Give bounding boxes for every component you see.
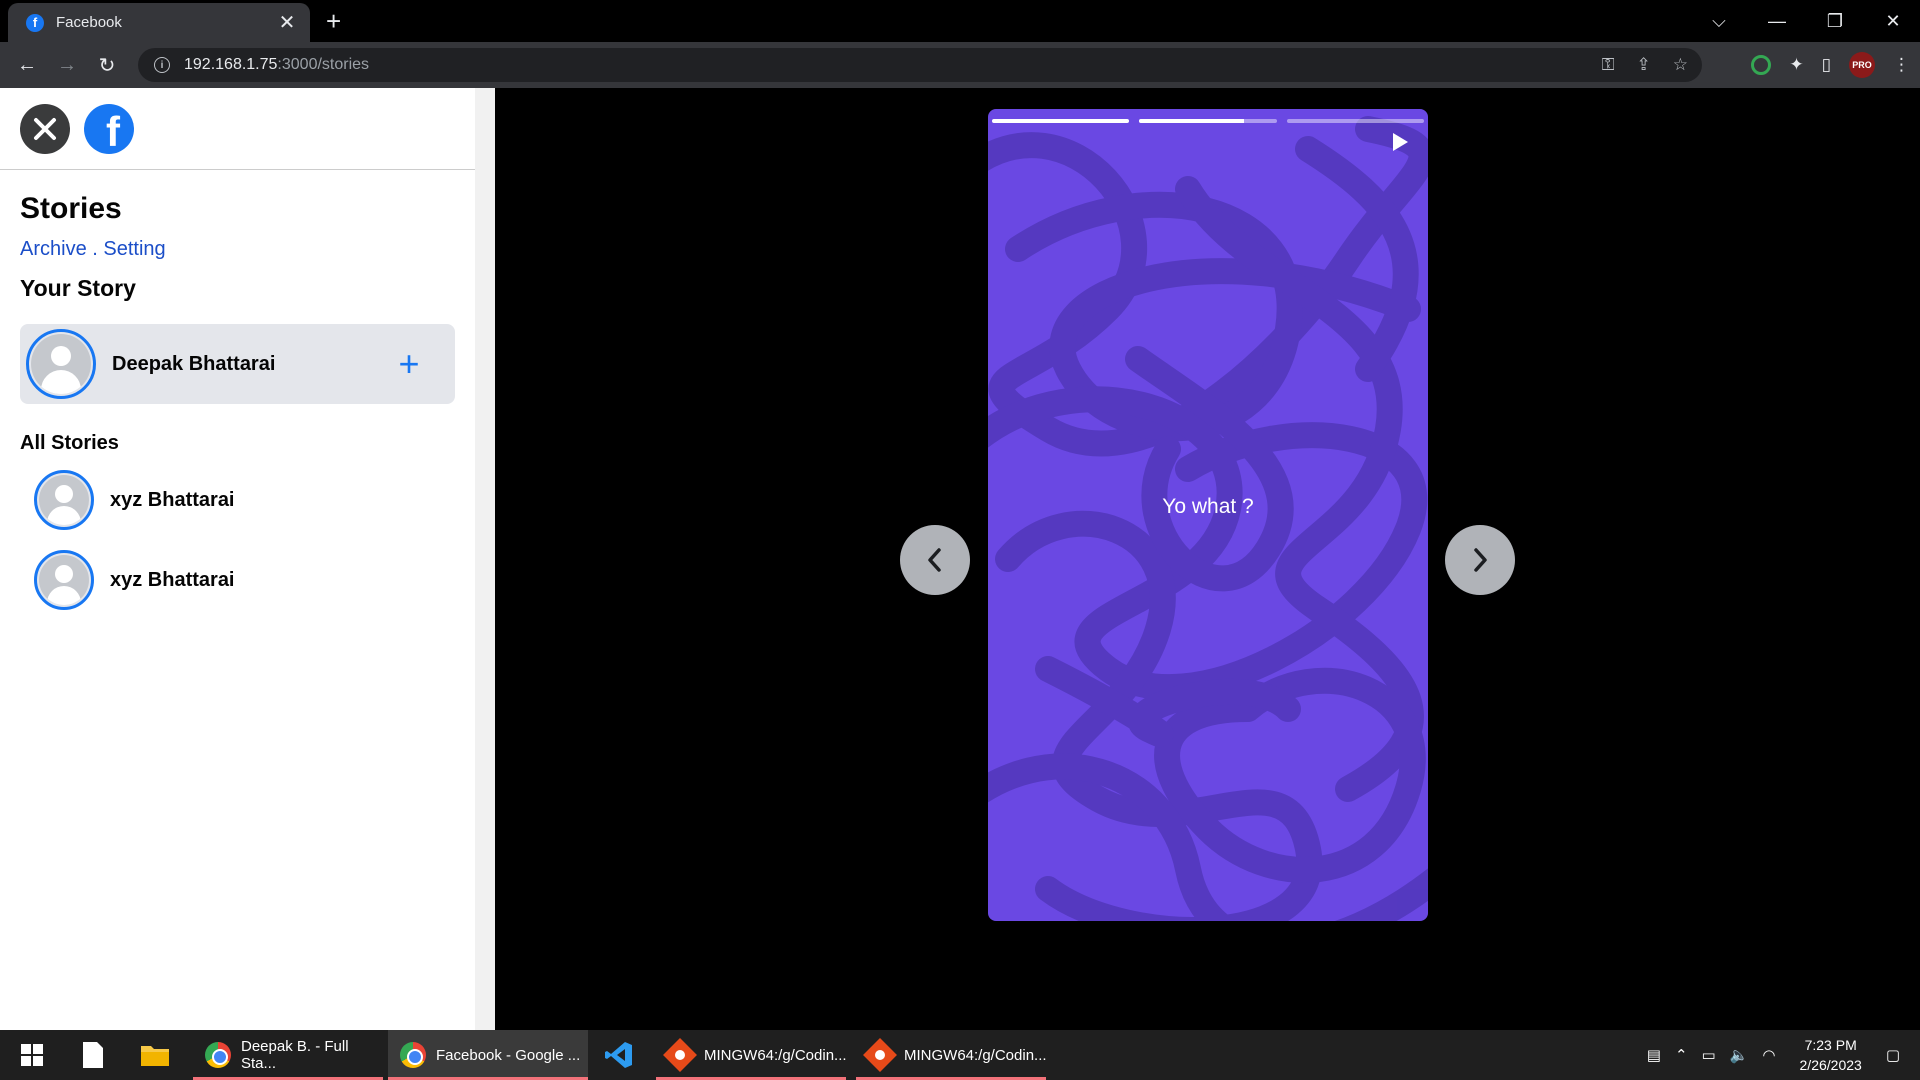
news-widget-icon[interactable]: ▤ (1647, 1046, 1661, 1064)
show-hidden-icons-chevron-up-icon[interactable]: ⌃ (1675, 1046, 1688, 1064)
avatar (34, 550, 94, 610)
play-icon[interactable] (1393, 133, 1408, 151)
windows-taskbar: Deepak B. - Full Sta... Facebook - Googl… (0, 1030, 1920, 1080)
extension-green-icon[interactable] (1751, 55, 1772, 75)
close-icon (34, 117, 56, 140)
tab-close-icon[interactable]: ✕ (276, 10, 298, 35)
story-list-item[interactable]: xyz Bhattarai (34, 549, 475, 611)
site-info-icon[interactable]: i (154, 57, 170, 73)
clock-time: 7:23 PM (1804, 1037, 1857, 1053)
taskbar-git-bash-window[interactable]: MINGW64:/g/Codin... (856, 1030, 1047, 1080)
close-stories-button[interactable] (20, 103, 70, 154)
window-close-icon[interactable]: ✕ (1864, 11, 1920, 32)
bookmark-star-icon[interactable]: ☆ (1673, 55, 1688, 75)
next-story-button[interactable] (1445, 525, 1515, 595)
minimize-icon[interactable]: — (1748, 11, 1806, 32)
chrome-icon (400, 1042, 426, 1068)
page-content: f Stories Archive . Setting Your Story D… (0, 88, 1920, 1030)
sidebar-scrollbar[interactable] (475, 88, 495, 1030)
taskbar-chrome-window-active[interactable]: Facebook - Google ... (388, 1030, 588, 1080)
progress-segment (1139, 119, 1277, 123)
extensions-puzzle-icon[interactable]: ✦ (1789, 55, 1803, 75)
side-panel-icon[interactable]: ▯ (1822, 55, 1831, 75)
story-text: Yo what ? (1162, 495, 1254, 518)
browser-tab[interactable]: f Facebook ✕ (8, 3, 310, 42)
your-story-name: Deepak Bhattarai (112, 352, 276, 375)
file-explorer-icon[interactable] (140, 1030, 170, 1080)
browser-menu-icon[interactable]: ⋮ (1893, 55, 1910, 75)
clock[interactable]: 7:23 PM 2/26/2023 (1800, 1035, 1862, 1075)
chrome-icon (205, 1042, 231, 1068)
taskbar-git-bash-window[interactable]: MINGW64:/g/Codin... (656, 1030, 847, 1080)
tab-title: Facebook (56, 14, 122, 31)
wifi-icon[interactable]: ◠ (1762, 1046, 1775, 1064)
windows-start-icon[interactable] (14, 1030, 50, 1080)
profile-avatar[interactable]: PRO (1849, 52, 1875, 78)
clock-date: 2/26/2023 (1799, 1057, 1862, 1073)
facebook-favicon-icon: f (26, 13, 44, 32)
window-controls: ⌵ — ❐ ✕ (1690, 0, 1920, 42)
your-story-card[interactable]: Deepak Bhattarai + (20, 324, 455, 404)
system-tray: ▤ ⌃ ▭ 🔈 ◠ 7:23 PM 2/26/2023 ▢ (1647, 1030, 1920, 1080)
key-icon[interactable]: ⚿ (1602, 55, 1615, 75)
archive-link[interactable]: Archive (20, 238, 87, 260)
browser-toolbar: ← → ↻ i 192.168.1.75:3000/stories ⚿ ⇪ ☆ … (0, 42, 1920, 88)
taskbar-chrome-window[interactable]: Deepak B. - Full Sta... (193, 1030, 383, 1080)
git-bash-icon (663, 1038, 697, 1072)
add-story-plus-icon[interactable]: + (389, 343, 429, 384)
notifications-icon[interactable]: ▢ (1886, 1046, 1900, 1064)
page-title: Stories (20, 192, 122, 225)
chevron-right-icon (1474, 548, 1487, 572)
tab-search-chevron-icon[interactable]: ⌵ (1690, 11, 1748, 32)
notepad-icon[interactable] (78, 1030, 108, 1080)
chevron-left-icon (928, 548, 941, 572)
volume-icon[interactable]: 🔈 (1730, 1046, 1749, 1064)
battery-icon[interactable]: ▭ (1702, 1046, 1716, 1064)
progress-segment (992, 119, 1130, 123)
avatar (34, 470, 94, 530)
previous-story-button[interactable] (900, 525, 970, 595)
back-arrow-icon[interactable]: ← (12, 50, 42, 80)
browser-tab-strip: f Facebook ✕ + ⌵ — ❐ ✕ (0, 0, 1920, 42)
forward-arrow-icon[interactable]: → (52, 50, 82, 80)
story-user-name: xyz Bhattarai (110, 488, 235, 511)
url-path: :3000/stories (277, 56, 370, 73)
sidebar-header: f (0, 88, 475, 170)
avatar (26, 329, 96, 399)
progress-segment (1286, 119, 1424, 123)
your-story-heading: Your Story (20, 275, 136, 301)
story-progress (992, 119, 1424, 123)
setting-link[interactable]: Setting (103, 238, 165, 260)
links-separator: . (86, 238, 104, 260)
story-list-item[interactable]: xyz Bhattarai (34, 469, 475, 531)
story-user-name: xyz Bhattarai (110, 568, 235, 591)
git-bash-icon (863, 1038, 897, 1072)
reload-icon[interactable]: ↻ (92, 50, 122, 80)
facebook-logo-icon[interactable]: f (84, 103, 134, 154)
stories-sidebar: f Stories Archive . Setting Your Story D… (0, 88, 475, 1030)
share-icon[interactable]: ⇪ (1637, 55, 1651, 75)
address-bar[interactable]: i 192.168.1.75:3000/stories ⚿ ⇪ ☆ (138, 48, 1702, 82)
new-tab-button[interactable]: + (326, 6, 341, 37)
url-host: 192.168.1.75 (184, 56, 278, 73)
sidebar-links: Archive . Setting (20, 238, 475, 261)
story-card[interactable]: Yo what ? (988, 109, 1428, 921)
vscode-icon[interactable] (602, 1030, 636, 1080)
restore-icon[interactable]: ❐ (1806, 11, 1864, 32)
all-stories-heading: All Stories (20, 432, 119, 454)
